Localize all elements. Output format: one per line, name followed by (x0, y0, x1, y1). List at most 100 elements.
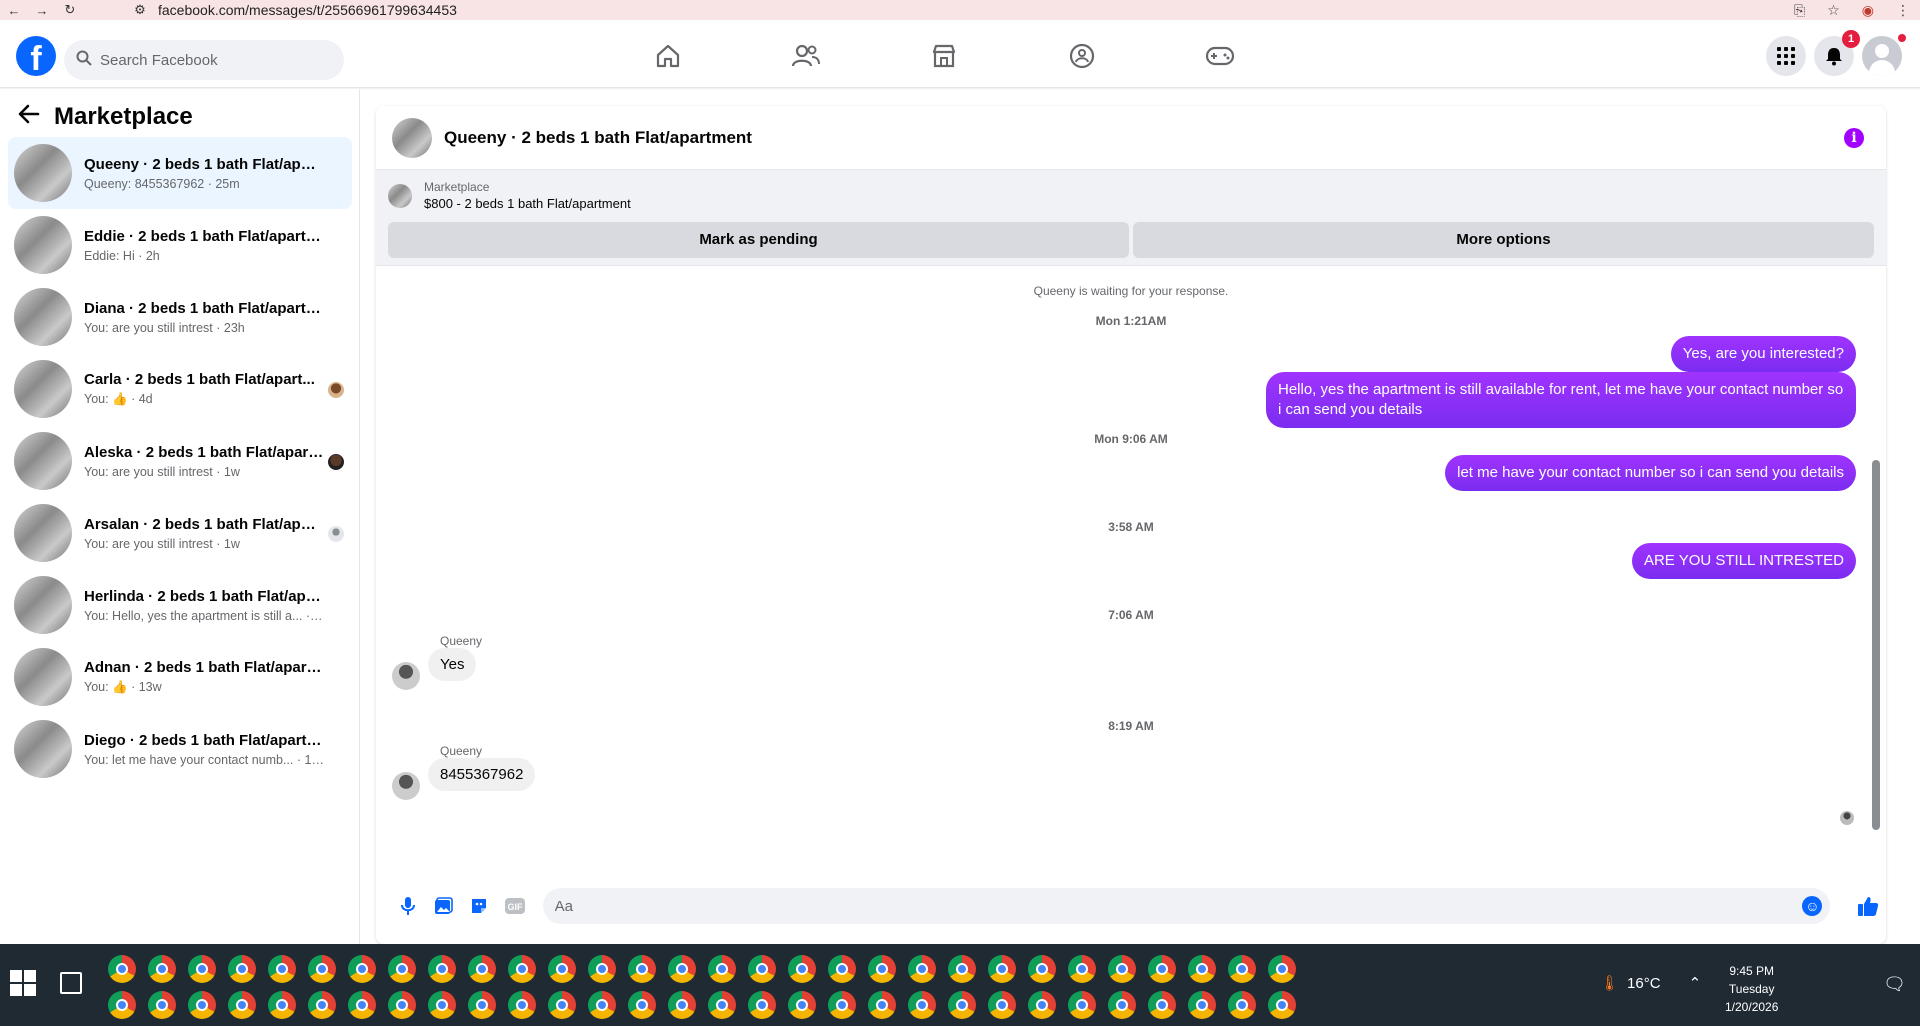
chrome-taskbar-icon[interactable] (628, 955, 656, 983)
chrome-taskbar-icon[interactable] (108, 955, 136, 983)
chrome-taskbar-icon[interactable] (1068, 991, 1096, 1019)
search-input[interactable] (100, 51, 320, 69)
chrome-taskbar-icon[interactable] (228, 955, 256, 983)
scrollbar-thumb[interactable] (1872, 460, 1880, 830)
chrome-taskbar-icon[interactable] (708, 955, 736, 983)
chrome-taskbar-icon[interactable] (628, 991, 656, 1019)
clock[interactable]: 9:45 PM Tuesday 1/20/2026 (1725, 962, 1778, 1016)
profile-icon[interactable]: ◉ (1862, 2, 1874, 19)
chrome-taskbar-icon[interactable] (1188, 991, 1216, 1019)
forward-arrow-icon[interactable]: → (28, 3, 56, 18)
chrome-taskbar-icon[interactable] (908, 991, 936, 1019)
friends-icon[interactable] (778, 32, 834, 80)
conversation-item[interactable]: Queeny · 2 beds 1 bath Flat/apart... Quee… (8, 137, 352, 209)
task-view-icon[interactable] (60, 972, 82, 994)
chrome-taskbar-icon[interactable] (1188, 955, 1216, 983)
chrome-taskbar-icon[interactable] (548, 955, 576, 983)
chrome-taskbar-icon[interactable] (428, 955, 456, 983)
chat-listing-thumbnail[interactable] (392, 117, 432, 158)
chrome-taskbar-icon[interactable] (388, 991, 416, 1019)
conversation-item[interactable]: Diana · 2 beds 1 bath Flat/apartment You:… (8, 281, 352, 353)
chrome-taskbar-icon[interactable] (1228, 991, 1256, 1019)
outgoing-message[interactable]: ARE YOU STILL INTRESTED (1631, 543, 1856, 579)
conversation-item[interactable]: Carla · 2 beds 1 bath Flat/apart... You: … (8, 353, 352, 425)
chrome-taskbar-icon[interactable] (1228, 955, 1256, 983)
chrome-taskbar-icon[interactable] (348, 955, 376, 983)
chevron-up-icon[interactable]: ⌃ (1689, 974, 1702, 992)
profile-avatar[interactable] (1862, 36, 1902, 76)
facebook-logo-icon[interactable]: f (16, 36, 56, 76)
chrome-taskbar-icon[interactable] (148, 991, 176, 1019)
photo-icon[interactable] (426, 888, 462, 924)
chrome-taskbar-icon[interactable] (188, 991, 216, 1019)
chrome-taskbar-icon[interactable] (828, 991, 856, 1019)
notification-center-icon[interactable]: 🗨 (1883, 974, 1906, 995)
chrome-taskbar-icon[interactable] (428, 991, 456, 1019)
marketplace-icon[interactable] (916, 32, 972, 80)
chrome-taskbar-icon[interactable] (988, 991, 1016, 1019)
chrome-taskbar-icon[interactable] (508, 991, 536, 1019)
chrome-taskbar-icon[interactable] (588, 991, 616, 1019)
address-bar-url[interactable]: facebook.com/messages/t/2556696179963445… (158, 2, 457, 18)
chrome-taskbar-icon[interactable] (468, 991, 496, 1019)
chrome-taskbar-icon[interactable] (548, 991, 576, 1019)
thumbs-up-icon[interactable] (1850, 888, 1886, 924)
site-settings-icon[interactable]: ⚙ (126, 2, 154, 18)
chrome-taskbar-icon[interactable] (268, 991, 296, 1019)
chrome-taskbar-icon[interactable] (1068, 955, 1096, 983)
chrome-taskbar-icon[interactable] (948, 991, 976, 1019)
chrome-taskbar-icon[interactable] (1148, 955, 1176, 983)
chrome-taskbar-icon[interactable] (228, 991, 256, 1019)
chrome-taskbar-icon[interactable] (748, 991, 776, 1019)
conversation-item[interactable]: Aleska · 2 beds 1 bath Flat/apart... You:… (8, 425, 352, 497)
emoji-icon[interactable]: ☺ (1802, 896, 1823, 916)
chrome-taskbar-icon[interactable] (108, 991, 136, 1019)
conversation-item[interactable]: Herlinda · 2 beds 1 bath Flat/apart... Yo… (8, 569, 352, 641)
chrome-taskbar-icon[interactable] (588, 955, 616, 983)
chrome-taskbar-icon[interactable] (1028, 991, 1056, 1019)
back-arrow-icon[interactable]: ← (0, 3, 28, 18)
incoming-message[interactable]: Yes (428, 648, 477, 681)
listing-mini-thumbnail[interactable] (388, 183, 412, 208)
message-scrollbar[interactable] (1872, 280, 1880, 840)
chrome-taskbar-icon[interactable] (1108, 991, 1136, 1019)
home-icon[interactable] (640, 32, 696, 80)
chrome-taskbar-icon[interactable] (508, 955, 536, 983)
chrome-taskbar-icon[interactable] (188, 955, 216, 983)
groups-icon[interactable] (1054, 32, 1110, 80)
chrome-taskbar-icon[interactable] (148, 955, 176, 983)
bookmark-star-icon[interactable]: ☆ (1827, 2, 1840, 19)
chrome-taskbar-icon[interactable] (868, 991, 896, 1019)
more-options-button[interactable]: More options (1133, 222, 1874, 258)
outgoing-message[interactable]: let me have your contact number so i can… (1445, 455, 1856, 491)
install-app-icon[interactable]: ⎘ (1794, 2, 1805, 19)
sender-avatar[interactable] (392, 772, 420, 800)
search-bar[interactable] (64, 40, 344, 80)
conversation-item[interactable]: Diego · 2 beds 1 bath Flat/apartme... You… (8, 713, 352, 785)
chrome-taskbar-icon[interactable] (1148, 991, 1176, 1019)
message-input-wrapper[interactable]: ☺ (542, 888, 1831, 924)
conversation-item[interactable]: Adnan · 2 beds 1 bath Flat/apartm... You:… (8, 641, 352, 713)
microphone-icon[interactable] (390, 888, 426, 924)
outgoing-message[interactable]: Hello, yes the apartment is still availa… (1266, 372, 1856, 428)
message-input[interactable] (554, 897, 1795, 915)
gaming-icon[interactable] (1192, 32, 1248, 80)
chat-title[interactable]: Queeny · 2 beds 1 bath Flat/apartment (444, 128, 752, 148)
chrome-taskbar-icon[interactable] (788, 955, 816, 983)
chrome-taskbar-icon[interactable] (1268, 991, 1296, 1019)
chrome-taskbar-icon[interactable] (748, 955, 776, 983)
chrome-taskbar-icon[interactable] (668, 955, 696, 983)
back-arrow-icon[interactable] (18, 103, 40, 131)
chrome-taskbar-icon[interactable] (388, 955, 416, 983)
chrome-taskbar-icon[interactable] (1268, 955, 1296, 983)
chrome-taskbar-icon[interactable] (868, 955, 896, 983)
conversation-item[interactable]: Arsalan · 2 beds 1 bath Flat/apar... You:… (8, 497, 352, 569)
chrome-taskbar-icon[interactable] (788, 991, 816, 1019)
chrome-taskbar-icon[interactable] (668, 991, 696, 1019)
chrome-taskbar-icon[interactable] (708, 991, 736, 1019)
chrome-taskbar-icon[interactable] (908, 955, 936, 983)
sticker-icon[interactable] (461, 888, 497, 924)
mark-as-pending-button[interactable]: Mark as pending (388, 222, 1129, 258)
listing-summary[interactable]: $800 - 2 beds 1 bath Flat/apartment (424, 196, 631, 211)
reload-icon[interactable]: ↻ (56, 2, 84, 18)
